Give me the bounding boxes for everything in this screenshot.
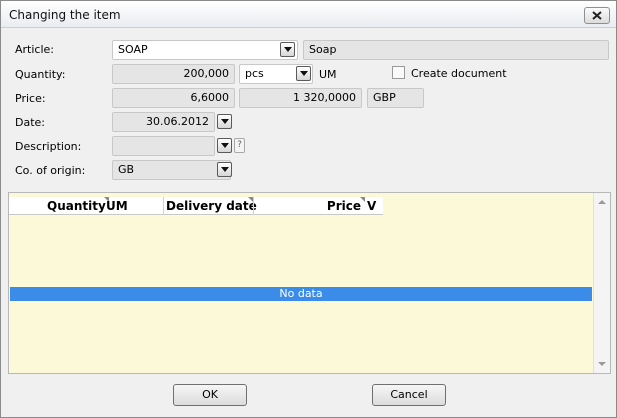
unit-dropdown-button[interactable] bbox=[296, 66, 311, 81]
create-document-label: Create document bbox=[411, 67, 507, 80]
article-name-value: Soap bbox=[309, 43, 337, 56]
scroll-down-icon[interactable] bbox=[598, 362, 606, 366]
column-header-delivery-date[interactable]: Delivery date bbox=[163, 197, 257, 215]
unit-label: UM bbox=[319, 68, 337, 81]
items-grid[interactable]: Quantity UM Delivery date Price V No dat… bbox=[8, 192, 611, 374]
column-header-um[interactable]: UM bbox=[106, 197, 158, 215]
column-header-quantity[interactable]: Quantity bbox=[47, 197, 109, 215]
description-field[interactable] bbox=[112, 136, 215, 156]
date-label: Date: bbox=[15, 116, 45, 129]
date-field[interactable]: 30.06.2012 bbox=[112, 112, 215, 132]
help-icon: ? bbox=[237, 140, 242, 150]
article-code-field[interactable]: SOAP bbox=[112, 40, 298, 60]
origin-label: Co. of origin: bbox=[15, 164, 86, 177]
description-label: Description: bbox=[15, 140, 82, 153]
title-bar: Changing the item bbox=[1, 1, 616, 28]
article-name-field[interactable]: Soap bbox=[303, 40, 609, 60]
quantity-value: 200,000 bbox=[183, 67, 230, 80]
ok-button[interactable]: OK bbox=[173, 384, 247, 406]
no-data-row: No data bbox=[10, 287, 592, 301]
price-label: Price: bbox=[15, 92, 46, 105]
date-dropdown-button[interactable] bbox=[217, 114, 232, 129]
chevron-down-icon bbox=[220, 167, 229, 172]
close-button[interactable] bbox=[584, 7, 610, 24]
cancel-button[interactable]: Cancel bbox=[372, 384, 446, 406]
quantity-label: Quantity: bbox=[15, 68, 66, 81]
column-header-price[interactable]: Price bbox=[253, 197, 365, 215]
description-dropdown-button[interactable] bbox=[217, 138, 232, 153]
chevron-down-icon bbox=[299, 71, 308, 76]
price-field[interactable]: 6,6000 bbox=[112, 88, 235, 108]
scroll-up-icon[interactable] bbox=[598, 200, 606, 204]
total-field[interactable]: 1 320,0000 bbox=[239, 88, 362, 108]
chevron-down-icon bbox=[283, 47, 292, 52]
origin-select[interactable]: GB bbox=[112, 160, 231, 180]
date-value: 30.06.2012 bbox=[146, 115, 209, 128]
dialog-window: Changing the item Article: SOAP Soap Qua… bbox=[0, 0, 617, 418]
chevron-down-icon bbox=[220, 143, 229, 148]
grid-vertical-scrollbar[interactable] bbox=[593, 193, 610, 373]
unit-value: pcs bbox=[245, 67, 264, 80]
article-dropdown-button[interactable] bbox=[280, 42, 295, 57]
column-header-v[interactable]: V bbox=[367, 197, 381, 215]
origin-dropdown-button[interactable] bbox=[217, 162, 232, 177]
close-icon bbox=[592, 11, 602, 20]
article-code-value: SOAP bbox=[118, 43, 148, 56]
price-value: 6,6000 bbox=[190, 91, 230, 104]
window-title: Changing the item bbox=[9, 8, 121, 22]
chevron-down-icon bbox=[220, 119, 229, 124]
origin-value: GB bbox=[118, 163, 135, 176]
description-help-button[interactable]: ? bbox=[234, 138, 245, 153]
create-document-checkbox[interactable] bbox=[392, 66, 405, 79]
grid-header: Quantity UM Delivery date Price V bbox=[9, 197, 383, 215]
article-label: Article: bbox=[15, 43, 54, 56]
currency-field[interactable]: GBP bbox=[367, 88, 424, 108]
currency-value: GBP bbox=[373, 91, 396, 104]
quantity-field[interactable]: 200,000 bbox=[112, 64, 235, 84]
total-value: 1 320,0000 bbox=[293, 91, 356, 104]
